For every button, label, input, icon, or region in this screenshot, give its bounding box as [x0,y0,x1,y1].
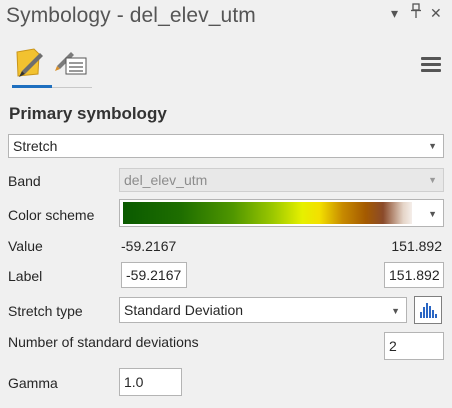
pane-title: Symbology - del_elev_utm [6,4,256,27]
stretch-type-value: Standard Deviation [124,302,244,318]
label-label: Label [8,268,43,284]
menu-bar [421,69,441,72]
tab-divider [52,87,92,88]
primary-symbology-icon [16,48,43,77]
stretch-type-dropdown[interactable]: Standard Deviation ▼ [119,297,407,323]
stretch-type-label: Stretch type [8,303,83,319]
histogram-button[interactable] [414,296,442,324]
label-max-input[interactable]: 151.892 [384,262,444,288]
band-dropdown: del_elev_utm ▼ [119,168,444,192]
gamma-input[interactable]: 1.0 [119,368,182,396]
pane-options-dropdown-icon[interactable]: ▾ [391,5,398,21]
menu-bar [421,57,441,60]
value-max: 151.892 [391,238,442,254]
value-label: Value [8,238,43,254]
section-title: Primary symbology [9,104,167,123]
std-dev-input[interactable]: 2 [384,332,444,360]
pin-icon-svg [411,3,421,18]
menu-bar [421,63,441,66]
color-scheme-label: Color scheme [8,207,95,223]
tab-symbology-properties[interactable] [54,44,90,82]
close-icon[interactable]: ✕ [430,5,442,21]
tab-primary-symbology[interactable] [12,44,48,82]
symbology-properties-icon [55,52,87,75]
pin-icon[interactable] [410,3,422,22]
renderer-dropdown[interactable]: Stretch ▼ [8,134,444,158]
label-min-input[interactable]: -59.2167 [121,262,187,288]
chevron-down-icon: ▼ [428,209,437,219]
chevron-down-icon: ▼ [428,175,437,185]
chevron-down-icon: ▼ [391,306,400,316]
band-label: Band [8,173,41,189]
chevron-down-icon: ▼ [428,141,437,151]
hamburger-menu-icon[interactable] [421,57,441,73]
value-min: -59.2167 [121,238,177,254]
renderer-value: Stretch [13,138,58,154]
gamma-label: Gamma [8,375,58,391]
histogram-icon [420,303,437,318]
color-ramp-preview [123,202,412,224]
band-value: del_elev_utm [124,172,208,188]
std-dev-label: Number of standard deviations [8,334,199,350]
active-tab-indicator [12,85,52,88]
